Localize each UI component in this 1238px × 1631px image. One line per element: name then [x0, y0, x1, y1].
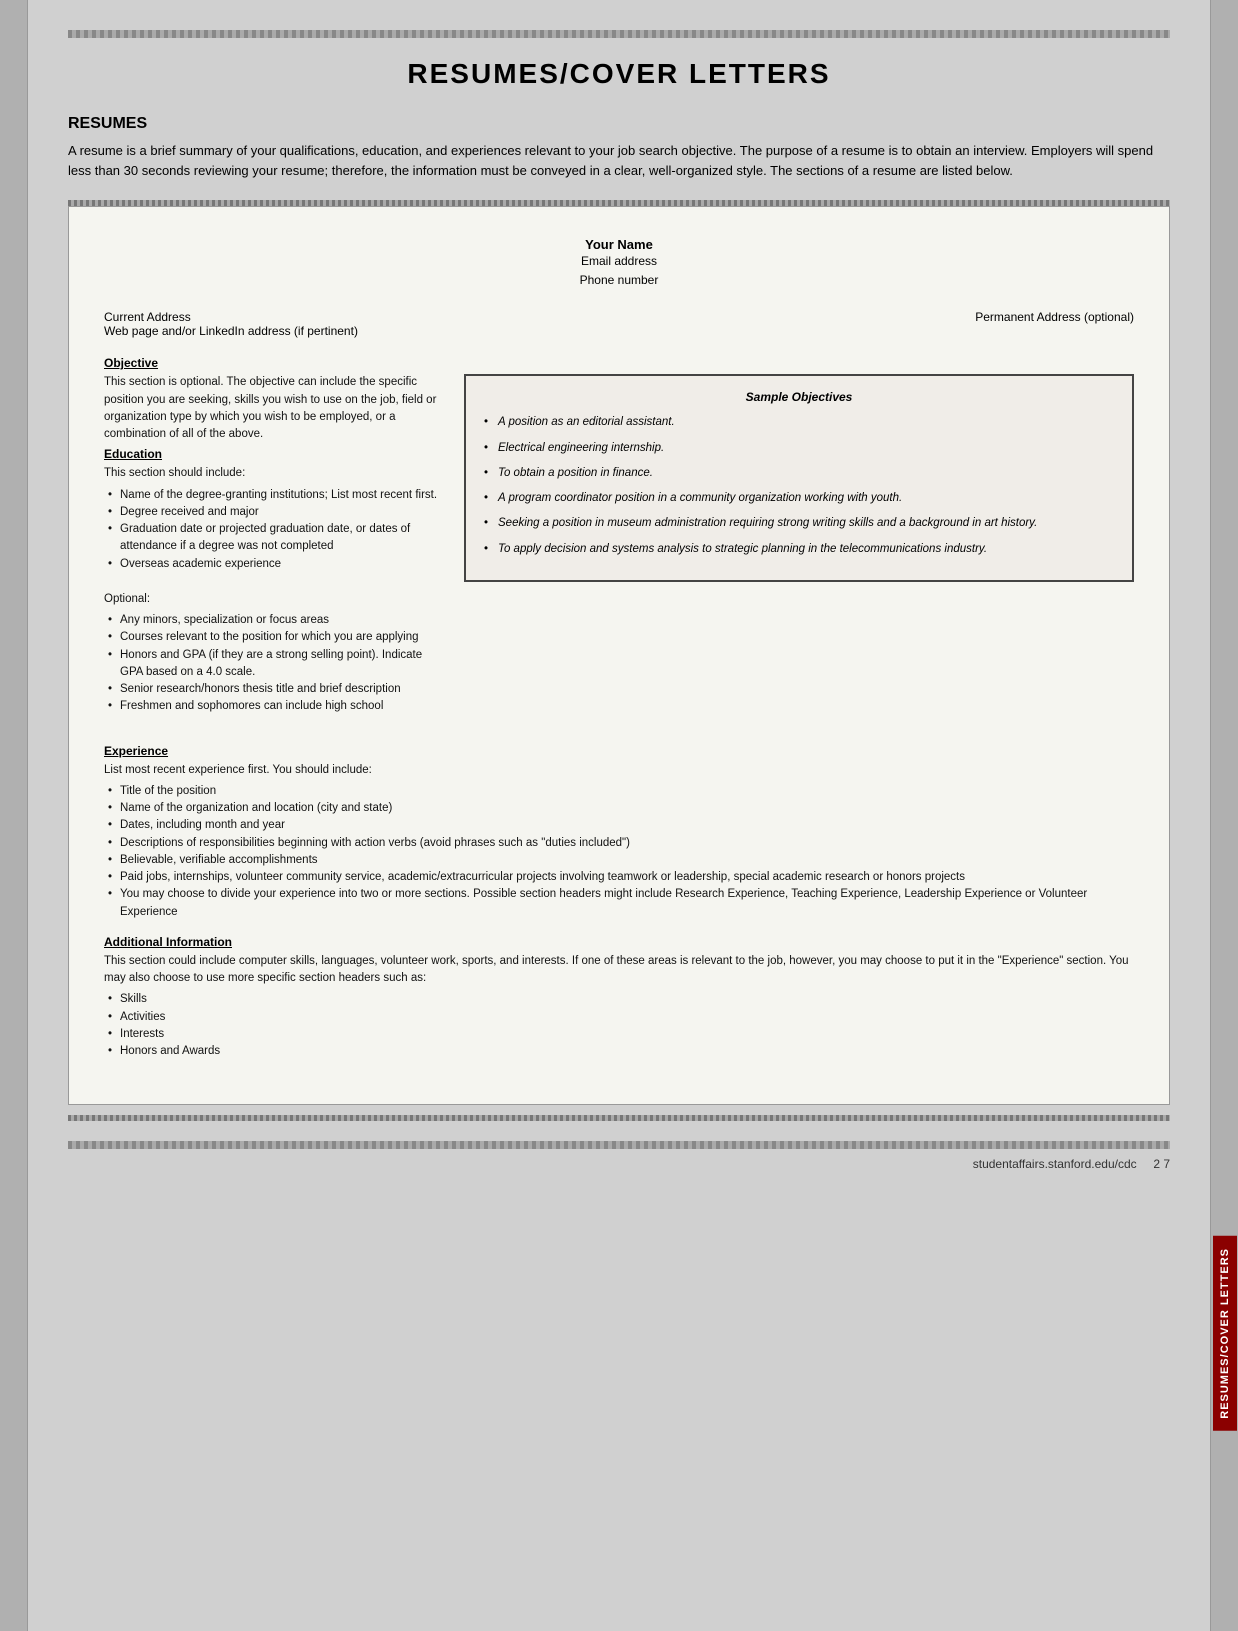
additional-info-heading: Additional Information: [104, 935, 1134, 949]
resumes-heading: RESUMES: [68, 115, 1170, 133]
edu-opt-bullet-5: Freshmen and sophomores can include high…: [104, 698, 444, 715]
web-label: Web page and/or LinkedIn address (if per…: [104, 324, 358, 338]
edu-bullet-1: Name of the degree-granting institutions…: [104, 487, 444, 504]
add-bullet-1: Skills: [104, 991, 1134, 1008]
sample-obj-3: To obtain a position in finance.: [482, 465, 1116, 482]
sample-obj-6: To apply decision and systems analysis t…: [482, 541, 1116, 558]
add-bullet-3: Interests: [104, 1026, 1134, 1043]
right-col: Sample Objectives A position as an edito…: [464, 374, 1134, 729]
edu-bullet-4: Overseas academic experience: [104, 556, 444, 573]
objective-section: Objective This section is optional. The …: [104, 356, 1134, 729]
experience-intro: List most recent experience first. You s…: [104, 762, 1134, 779]
education-section: Education This section should include: N…: [104, 447, 444, 715]
education-optional-label: Optional:: [104, 591, 444, 608]
main-content: RESUMES/COVER LETTERS RESUMES A resume i…: [28, 0, 1210, 1631]
sample-objectives-title: Sample Objectives: [482, 390, 1116, 404]
page-footer: studentaffairs.stanford.edu/cdc 2 7: [68, 1157, 1170, 1171]
edu-opt-bullet-1: Any minors, specialization or focus area…: [104, 612, 444, 629]
resume-email: Email address: [104, 252, 1134, 271]
left-stripe: [0, 0, 28, 1631]
exp-bullet-2: Name of the organization and location (c…: [104, 800, 1134, 817]
sample-obj-1: A position as an editorial assistant.: [482, 414, 1116, 431]
education-intro: This section should include:: [104, 465, 444, 482]
right-tab: RESUMES/COVER LETTERS: [1213, 1236, 1237, 1431]
current-address-label: Current Address: [104, 310, 358, 324]
objective-heading: Objective: [104, 356, 1134, 370]
footer-url: studentaffairs.stanford.edu/cdc: [973, 1157, 1137, 1171]
sample-objectives-box: Sample Objectives A position as an edito…: [464, 374, 1134, 582]
footer-page: 2 7: [1153, 1157, 1170, 1171]
exp-bullet-5: Believable, verifiable accomplishments: [104, 852, 1134, 869]
resume-name: Your Name: [104, 237, 1134, 252]
exp-bullet-1: Title of the position: [104, 783, 1134, 800]
education-heading: Education: [104, 447, 444, 461]
doc-bottom-stripe: [68, 1115, 1170, 1121]
edu-bullet-2: Degree received and major: [104, 504, 444, 521]
current-address-block: Current Address Web page and/or LinkedIn…: [104, 310, 358, 338]
add-bullet-4: Honors and Awards: [104, 1043, 1134, 1060]
edu-bullet-3: Graduation date or projected graduation …: [104, 521, 444, 556]
two-col-layout: This section is optional. The objective …: [104, 374, 1134, 729]
edu-opt-bullet-2: Courses relevant to the position for whi…: [104, 629, 444, 646]
sample-obj-2: Electrical engineering internship.: [482, 440, 1116, 457]
add-bullet-2: Activities: [104, 1009, 1134, 1026]
resume-document: Your Name Email address Phone number Cur…: [68, 206, 1170, 1105]
resume-phone: Phone number: [104, 271, 1134, 290]
exp-bullet-6: Paid jobs, internships, volunteer commun…: [104, 869, 1134, 886]
sample-obj-5: Seeking a position in museum administrat…: [482, 515, 1116, 532]
resume-addresses: Current Address Web page and/or LinkedIn…: [104, 310, 1134, 338]
resume-header: Your Name Email address Phone number: [104, 237, 1134, 290]
right-stripe: RESUMES/COVER LETTERS: [1210, 0, 1238, 1631]
additional-info-text: This section could include computer skil…: [104, 953, 1134, 988]
objective-text: This section is optional. The objective …: [104, 374, 444, 443]
left-col: This section is optional. The objective …: [104, 374, 444, 729]
exp-bullet-7: You may choose to divide your experience…: [104, 886, 1134, 921]
edu-opt-bullet-3: Honors and GPA (if they are a strong sel…: [104, 647, 444, 682]
intro-text: A resume is a brief summary of your qual…: [68, 141, 1170, 180]
exp-bullet-4: Descriptions of responsibilities beginni…: [104, 835, 1134, 852]
experience-heading: Experience: [104, 744, 1134, 758]
sample-obj-4: A program coordinator position in a comm…: [482, 490, 1116, 507]
top-border-stripe: [68, 30, 1170, 38]
page-title: RESUMES/COVER LETTERS: [68, 58, 1170, 90]
edu-opt-bullet-4: Senior research/honors thesis title and …: [104, 681, 444, 698]
additional-info-section: Additional Information This section coul…: [104, 935, 1134, 1061]
bottom-border-stripe: [68, 1141, 1170, 1149]
exp-bullet-3: Dates, including month and year: [104, 817, 1134, 834]
experience-section: Experience List most recent experience f…: [104, 744, 1134, 921]
permanent-address-label: Permanent Address (optional): [975, 310, 1134, 338]
